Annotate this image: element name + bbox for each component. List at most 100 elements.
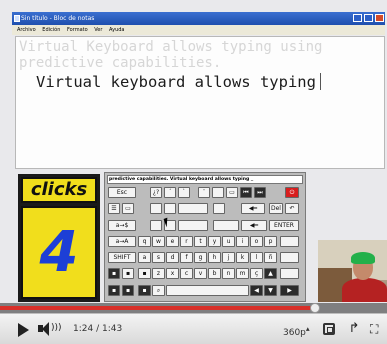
skip-forward-icon[interactable]: ⏭	[254, 187, 266, 198]
esc-key[interactable]: Esc	[108, 187, 136, 198]
menu-archivo[interactable]: Archivo	[17, 27, 36, 33]
skip-back-icon[interactable]: ⏮	[240, 187, 252, 198]
enter-key[interactable]: ENTER	[269, 220, 299, 231]
prediction-bar[interactable]: predictive capabilities. Virtual keyboar…	[107, 175, 303, 184]
ghost-text: Virtual Keyboard allows typing using pre…	[19, 39, 322, 71]
key-tool-2[interactable]: ▭	[122, 203, 134, 214]
close-icon[interactable]	[375, 14, 384, 22]
key-blank-a1[interactable]	[212, 187, 224, 198]
quality-button[interactable]: 360p▴	[283, 324, 310, 338]
key-cedilla[interactable]: ç	[250, 268, 263, 279]
magnifier-icon[interactable]: ⌕	[152, 285, 165, 296]
shift-key[interactable]: SHIFT	[108, 252, 136, 263]
webcam-headset	[351, 252, 375, 264]
tab-key[interactable]: a→$	[108, 220, 136, 231]
key-n[interactable]: n	[222, 268, 235, 279]
play-icon[interactable]	[18, 323, 29, 337]
key-w[interactable]: w	[152, 236, 165, 247]
video-frame[interactable]: Sin título - Bloc de notas Archivo Edici…	[0, 0, 387, 313]
progress-scrubber[interactable]	[310, 303, 321, 313]
left-arrow-icon[interactable]: ◀━	[241, 220, 267, 231]
left-arrow-key-icon[interactable]: ◀	[250, 285, 263, 296]
key-d[interactable]: d	[166, 252, 179, 263]
key-r[interactable]: r	[180, 236, 193, 247]
menu-ayuda[interactable]: Ayuda	[109, 27, 124, 33]
grave-accent-key[interactable]: `	[178, 187, 190, 198]
key-blank-c1[interactable]	[150, 220, 162, 231]
down-arrow-icon[interactable]: ▼	[264, 285, 277, 296]
key-s[interactable]: s	[152, 252, 165, 263]
diaeresis-key[interactable]: ¨	[198, 187, 210, 198]
right-arrow-icon[interactable]: ▶	[280, 285, 299, 296]
progress-bar[interactable]	[0, 303, 387, 313]
key-i[interactable]: i	[236, 236, 249, 247]
key-o[interactable]: o	[250, 236, 263, 247]
key-extra-f[interactable]	[280, 268, 299, 279]
menu-formato[interactable]: Formato	[67, 27, 88, 33]
key-h[interactable]: h	[208, 252, 221, 263]
fullscreen-icon[interactable]: ⛶	[370, 323, 382, 335]
power-icon[interactable]: ⏻	[285, 187, 299, 198]
menu-ver[interactable]: Ver	[94, 27, 102, 33]
inverted-question-key[interactable]: ¿?	[150, 187, 162, 198]
virtual-keyboard: predictive capabilities. Virtual keyboar…	[104, 172, 306, 302]
key-tool-1[interactable]: ☰	[108, 203, 120, 214]
key-extra-e[interactable]	[280, 252, 299, 263]
acute-accent-key[interactable]: ´	[164, 187, 176, 198]
key-blank-c3[interactable]	[178, 220, 208, 231]
key-alt[interactable]: ▪	[122, 268, 134, 279]
up-arrow-icon[interactable]: ▲	[264, 268, 277, 279]
key-fn[interactable]: ▪	[138, 268, 151, 279]
key-a[interactable]: a	[138, 252, 151, 263]
speaker-cone	[42, 322, 49, 336]
popout-icon[interactable]	[323, 323, 335, 335]
key-g[interactable]: g	[194, 252, 207, 263]
space-bar[interactable]	[166, 285, 249, 296]
key-j[interactable]: j	[222, 252, 235, 263]
key-blank-c4[interactable]	[213, 220, 239, 231]
undo-icon[interactable]: ↶	[285, 203, 299, 214]
key-z[interactable]: z	[152, 268, 165, 279]
sound-wave: )))	[51, 323, 62, 333]
key-b[interactable]: b	[208, 268, 221, 279]
key-win[interactable]: ▪	[108, 285, 120, 296]
key-v[interactable]: v	[194, 268, 207, 279]
key-extra-d[interactable]	[280, 236, 299, 247]
typed-text: Virtual keyboard allows typing	[36, 73, 316, 91]
key-k[interactable]: k	[236, 252, 249, 263]
quality-caret-icon: ▴	[305, 324, 310, 333]
key-t[interactable]: t	[194, 236, 207, 247]
player-control-bar: ))) 1:24 / 1:43 360p▴ ↱ ⛶	[0, 313, 387, 344]
key-p[interactable]: p	[264, 236, 277, 247]
del-key[interactable]: Del	[269, 203, 283, 214]
key-opt[interactable]: ▪	[138, 285, 151, 296]
ghost-line-1: Virtual Keyboard allows typing using	[19, 39, 323, 55]
key-e[interactable]: e	[166, 236, 179, 247]
backspace-icon[interactable]: ◀━	[241, 203, 265, 214]
notepad-text-area[interactable]: Virtual Keyboard allows typing using pre…	[15, 36, 385, 169]
key-f[interactable]: f	[180, 252, 193, 263]
caps-key[interactable]: a→A	[108, 236, 136, 247]
key-y[interactable]: y	[208, 236, 221, 247]
key-ctrl[interactable]: ▪	[108, 268, 120, 279]
volume-icon[interactable]: )))	[38, 321, 62, 337]
maximize-icon[interactable]	[364, 14, 373, 22]
share-icon[interactable]: ↱	[348, 322, 360, 335]
minimize-icon[interactable]	[353, 14, 362, 22]
notepad-title-bar: Sin título - Bloc de notas	[12, 12, 385, 25]
folder-icon[interactable]: ▭	[226, 187, 238, 198]
key-c[interactable]: c	[180, 268, 193, 279]
key-blank-b2[interactable]	[164, 203, 176, 214]
key-enye[interactable]: ñ	[264, 252, 277, 263]
key-blank-b1[interactable]	[150, 203, 162, 214]
key-blank-b3[interactable]	[178, 203, 208, 214]
key-q[interactable]: q	[138, 236, 151, 247]
key-blank-b4[interactable]	[213, 203, 225, 214]
menu-edicion[interactable]: Edición	[42, 27, 60, 33]
key-l[interactable]: l	[250, 252, 263, 263]
key-x[interactable]: x	[166, 268, 179, 279]
key-u[interactable]: u	[222, 236, 235, 247]
key-menu[interactable]: ▪	[122, 285, 134, 296]
clicks-counter: clicks 4	[18, 174, 100, 302]
key-m[interactable]: m	[236, 268, 249, 279]
